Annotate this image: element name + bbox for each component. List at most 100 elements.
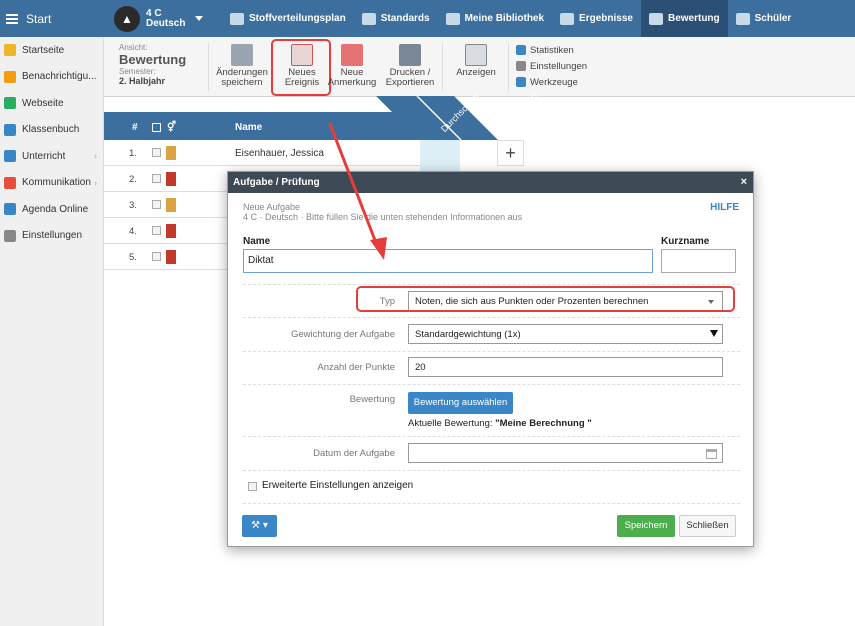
name-label: Name: [243, 236, 271, 247]
toolbar-divider: [508, 43, 509, 91]
hamburger-icon: [6, 13, 18, 24]
class-selector[interactable]: ▲ 4 C Deutsch: [104, 5, 222, 32]
start-label: Start: [26, 11, 52, 26]
advanced-settings-label[interactable]: Erweiterte Einstellungen anzeigen: [262, 480, 413, 491]
nav-label: Bewertung: [667, 13, 720, 24]
nav-schueler[interactable]: Schüler: [728, 0, 800, 37]
points-field[interactable]: 20: [408, 357, 723, 377]
weight-select-value: Standardgewichtung (1x): [415, 329, 521, 340]
nav-label: Meine Bibliothek: [464, 13, 545, 24]
nav-stoffverteilungsplan[interactable]: Stoffverteilungsplan: [222, 0, 354, 37]
help-link[interactable]: HILFE: [710, 202, 739, 213]
toolbar: Ansicht: Bewertung Semester: 2. Halbjahr…: [104, 37, 855, 97]
toolbar-divider: [208, 43, 209, 91]
sidebar-item-label: Unterricht: [22, 150, 66, 162]
statistics-menu[interactable]: Statistiken: [516, 42, 587, 58]
row-number: 4.: [129, 226, 137, 237]
tool-label: Statistiken: [530, 44, 574, 56]
advanced-settings-checkbox[interactable]: [248, 482, 257, 491]
top-bar: Start ▲ 4 C Deutsch Stoffverteilungsplan…: [0, 0, 855, 37]
short-name-field[interactable]: [661, 249, 736, 273]
row-checkbox[interactable]: [152, 200, 161, 209]
settings-icon: [516, 61, 526, 71]
sidebar-item-kommunikation[interactable]: Kommunikation ›: [0, 170, 103, 197]
dialog-title: Aufgabe / Prüfung: [233, 177, 320, 188]
close-button[interactable]: Schließen: [679, 515, 736, 537]
row-number: 3.: [129, 200, 137, 211]
new-note-label: Anmerkung: [327, 77, 377, 88]
short-name-label: Kurzname: [661, 236, 710, 247]
tools-menu[interactable]: Werkzeuge: [516, 74, 587, 90]
graduation-cap-icon: ▲: [114, 5, 140, 32]
sidebar-item-agenda-online[interactable]: Agenda Online: [0, 196, 103, 223]
row-checkbox[interactable]: [152, 148, 161, 157]
sidebar-item-webseite[interactable]: Webseite: [0, 90, 103, 117]
grid-icon: [465, 44, 487, 66]
view-selector[interactable]: Ansicht: Bewertung Semester: 2. Halbjahr: [119, 43, 211, 86]
add-note-button[interactable]: +: [497, 140, 524, 166]
select-rating-button[interactable]: Bewertung auswählen: [408, 392, 513, 414]
shield-icon: [361, 12, 376, 25]
weight-select[interactable]: Standardgewichtung (1x): [408, 324, 723, 344]
pin-icon: [341, 44, 363, 66]
semester-value[interactable]: 2. Halbjahr: [119, 76, 211, 86]
sidebar: Startseite Benachrichtigu... Webseite Kl…: [0, 37, 104, 626]
start-menu-button[interactable]: Start: [0, 0, 104, 37]
column-header-number: #: [132, 122, 138, 133]
gender-icon: ⚥: [167, 122, 177, 133]
library-icon: [445, 12, 460, 25]
envelope-icon: [4, 70, 16, 83]
new-note-button[interactable]: Neue Anmerkung: [326, 44, 378, 88]
sidebar-item-unterricht[interactable]: Unterricht ›: [0, 143, 103, 170]
view-value: Bewertung: [119, 52, 187, 67]
rating-label: Bewertung: [349, 394, 395, 405]
student-icon: [735, 12, 750, 25]
stats-icon: [516, 45, 526, 55]
current-rating: Aktuelle Bewertung: "Meine Berechnung ": [408, 418, 592, 429]
sidebar-item-label: Einstellungen: [22, 230, 83, 242]
name-field[interactable]: Diktat: [243, 249, 653, 273]
row-checkbox[interactable]: [152, 226, 161, 235]
sidebar-item-benachrichtigungen[interactable]: Benachrichtigu...: [0, 64, 103, 91]
settings-menu[interactable]: Einstellungen: [516, 58, 587, 74]
wrench-dropdown-button[interactable]: ⚒ ▾: [242, 515, 277, 537]
nav-bewertung[interactable]: Bewertung: [640, 0, 728, 37]
sidebar-item-startseite[interactable]: Startseite: [0, 37, 103, 64]
dialog-description: 4 C · Deutsch · Bitte füllen Sie die unt…: [243, 212, 523, 222]
class-subject: Deutsch: [146, 17, 186, 29]
student-male-icon: [166, 172, 176, 186]
tool-label: Werkzeuge: [530, 76, 578, 88]
row-number: 1.: [129, 148, 137, 159]
row-checkbox[interactable]: [152, 252, 161, 261]
table-row[interactable]: 1. Eisenhauer, Jessica: [104, 140, 420, 166]
view-label: Ansicht:: [119, 43, 148, 52]
nav-ergebnisse[interactable]: Ergebnisse: [552, 0, 641, 37]
calendar-icon[interactable]: [706, 449, 717, 459]
row-checkbox[interactable]: [152, 174, 161, 183]
show-dropdown[interactable]: Anzeigen: [448, 44, 504, 78]
nav-meine-bibliothek[interactable]: Meine Bibliothek: [438, 0, 552, 37]
semester-label: Semester:: [119, 67, 156, 76]
column-header-notes-label: Anmerkungen: [491, 90, 539, 137]
close-icon[interactable]: ×: [741, 176, 747, 188]
table-header: # ⚥ Name: [104, 112, 420, 140]
row-number: 5.: [129, 252, 137, 263]
nav-standards[interactable]: Standards: [354, 0, 438, 37]
star-icon: [4, 44, 16, 57]
print-export-button[interactable]: Drucken / Exportieren: [382, 44, 438, 88]
select-all-checkbox[interactable]: [152, 123, 161, 132]
dialog-subtitle: Neue Aufgabe: [243, 202, 301, 212]
chevron-right-icon: ›: [94, 177, 97, 188]
date-field[interactable]: [408, 443, 723, 463]
sidebar-item-label: Webseite: [22, 97, 64, 109]
student-female-icon: [166, 146, 176, 160]
save-changes-button[interactable]: Änderungen speichern: [216, 44, 268, 88]
chevron-down-icon: [710, 330, 718, 337]
student-name[interactable]: Eisenhauer, Jessica: [235, 148, 324, 159]
divider: [243, 470, 740, 471]
save-button[interactable]: Speichern: [617, 515, 675, 537]
sidebar-item-einstellungen[interactable]: Einstellungen: [0, 223, 103, 250]
sidebar-item-klassenbuch[interactable]: Klassenbuch: [0, 117, 103, 144]
house-icon: [4, 97, 16, 110]
rating-icon: [648, 12, 663, 25]
